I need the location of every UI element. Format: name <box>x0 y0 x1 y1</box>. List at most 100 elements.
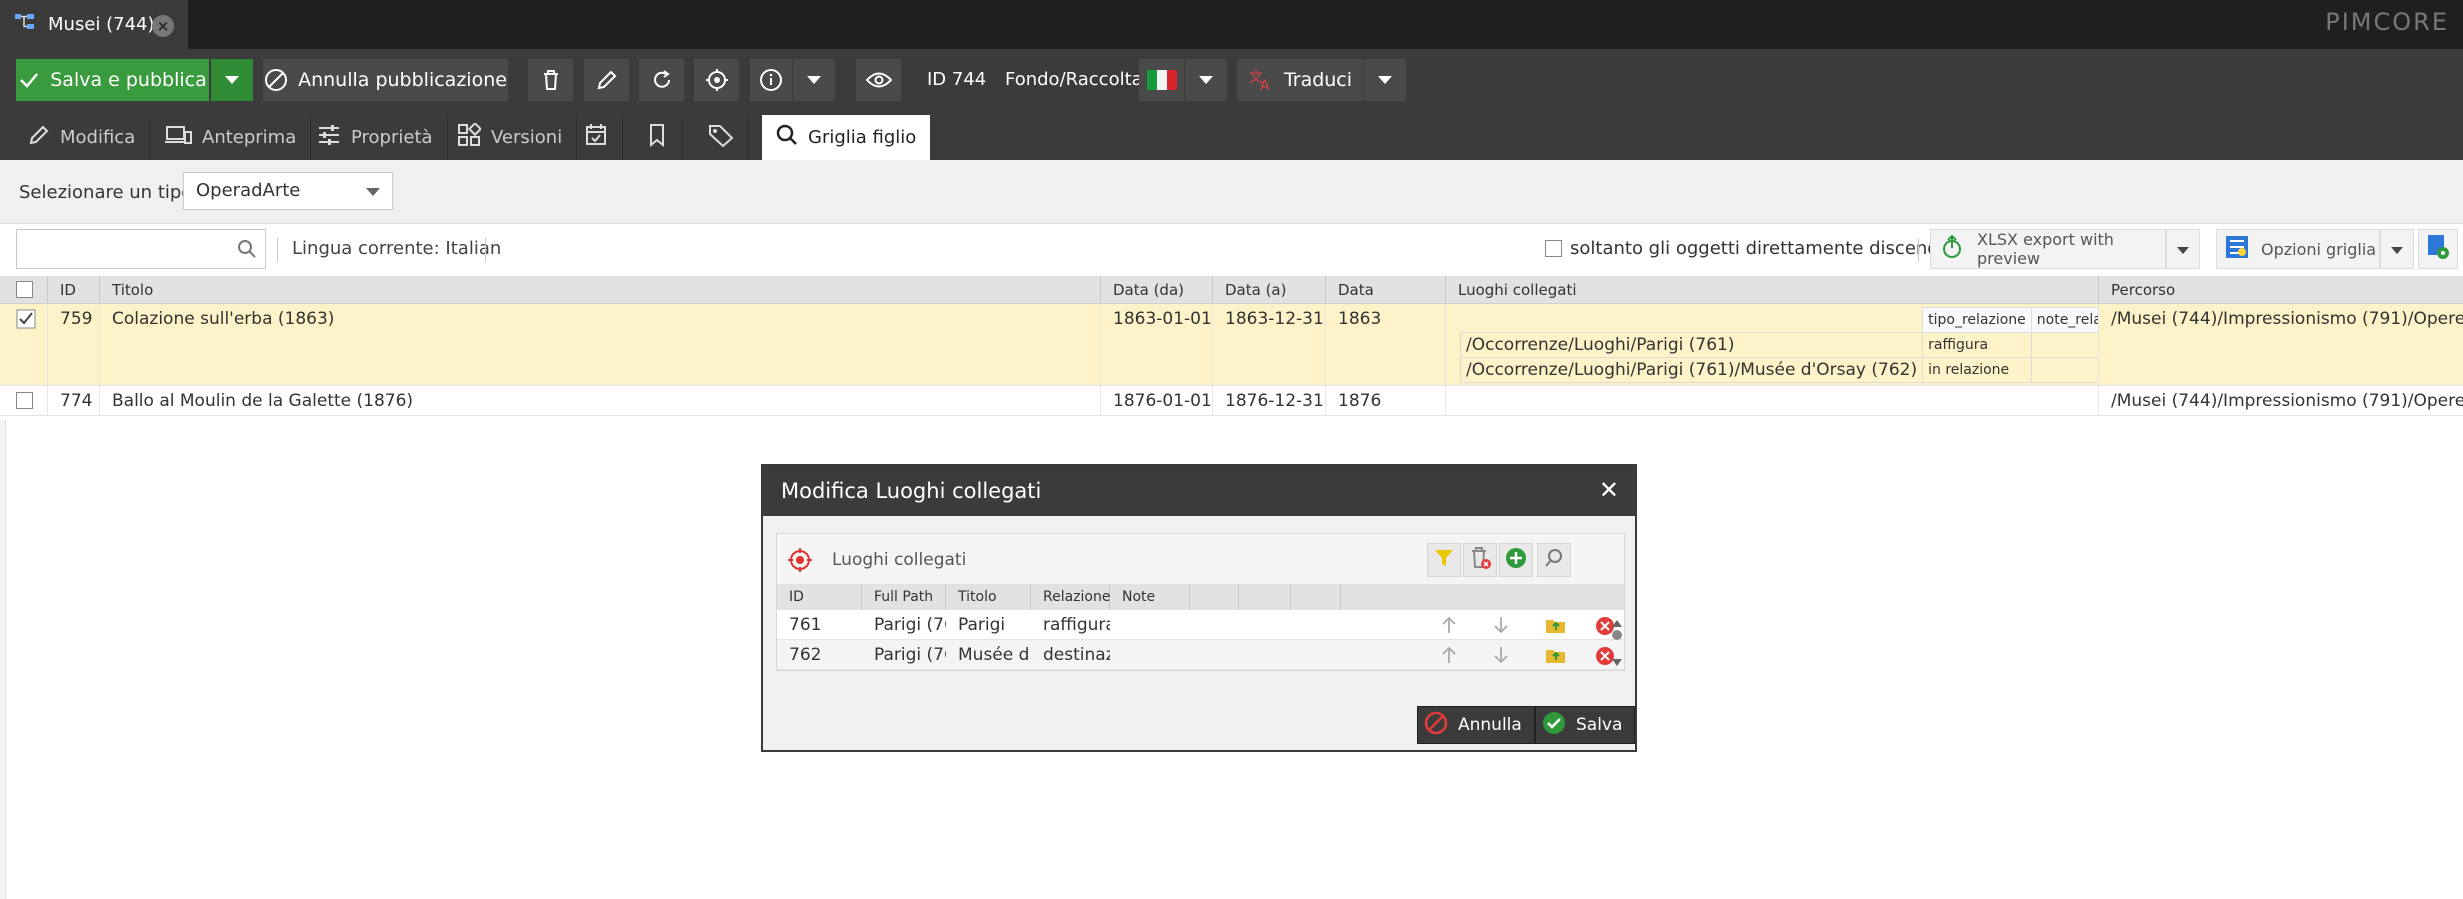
row-select-cell[interactable] <box>0 304 48 385</box>
date-to-cell: 1863-12-31 <box>1213 304 1326 385</box>
collapsed-panel-edge[interactable] <box>0 420 6 899</box>
column-header[interactable]: Titolo <box>946 584 1031 610</box>
column-header[interactable]: Luoghi collegati <box>1446 276 2099 304</box>
scroll-down-icon[interactable] <box>1611 652 1623 673</box>
xlsx-export-button[interactable]: XLSX export with preview <box>1930 229 2166 269</box>
top-tab-bar: Musei (744) × PIMCORE <box>0 0 2463 49</box>
filter-button[interactable] <box>1427 543 1461 577</box>
column-header[interactable]: Relazione <box>1031 584 1110 610</box>
column-header <box>1190 584 1239 610</box>
move-down-icon[interactable] <box>1493 616 1509 639</box>
tab-versions[interactable]: Versioni <box>443 115 578 160</box>
grid-options-dropdown[interactable] <box>2380 229 2414 269</box>
checked-checkbox-icon[interactable] <box>16 309 36 334</box>
translate-button[interactable]: 文A Traduci <box>1237 59 1363 101</box>
relation-row[interactable]: 761 Parigi (761) Parigi raffigura <box>777 610 1624 640</box>
delete-button[interactable] <box>528 59 573 101</box>
row-select-cell[interactable] <box>0 386 48 415</box>
class-type-value: OperadArte <box>196 180 301 201</box>
open-folder-icon[interactable] <box>1545 646 1567 669</box>
table-row[interactable]: 774 Ballo al Moulin de la Galette (1876)… <box>0 386 2463 416</box>
tab-scheduling[interactable] <box>570 115 623 160</box>
column-header[interactable]: Data (testuale) <box>1326 276 1446 327</box>
grid-options-button[interactable]: Opzioni griglia <box>2216 229 2380 269</box>
select-all-column[interactable] <box>0 276 48 304</box>
cancel-label: Annulla <box>1458 715 1522 735</box>
class-type-select[interactable]: OperadArte <box>183 172 393 210</box>
id-cell: 759 <box>48 304 100 385</box>
plus-circle-icon <box>1504 546 1528 575</box>
move-up-icon[interactable] <box>1441 646 1457 669</box>
column-header[interactable]: Full Path <box>862 584 946 610</box>
scroll-thumb[interactable] <box>1612 630 1622 640</box>
batch-edit-button[interactable] <box>2418 229 2458 269</box>
xlsx-export-dropdown[interactable] <box>2166 229 2200 269</box>
unpublish-button[interactable]: Annulla pubblicazione <box>263 59 508 101</box>
column-header[interactable]: ID <box>777 584 862 610</box>
translate-dropdown[interactable] <box>1364 59 1406 101</box>
current-language: Lingua corrente: Italian <box>292 238 502 259</box>
title-cell: Colazione sull'erba (1863) <box>100 304 1101 385</box>
info-dropdown[interactable] <box>793 59 835 101</box>
only-direct-children-checkbox[interactable] <box>1545 240 1562 257</box>
crosshair-icon <box>787 547 813 578</box>
language-dropdown[interactable] <box>1185 59 1227 101</box>
add-relation-button[interactable] <box>1499 543 1533 577</box>
document-tab[interactable]: Musei (744) × <box>0 0 188 49</box>
close-tab-icon[interactable]: × <box>152 15 174 37</box>
save-options-dropdown[interactable] <box>211 59 253 101</box>
column-header[interactable]: Data (da) <box>1101 276 1213 304</box>
relation-type[interactable]: destinazione <box>1031 640 1110 670</box>
reload-button[interactable] <box>639 59 684 101</box>
save-button[interactable]: Salva <box>1535 706 1636 744</box>
move-up-icon[interactable] <box>1441 616 1457 639</box>
info-button[interactable] <box>750 59 792 101</box>
document-tab-label: Musei (744) <box>48 14 155 35</box>
relation-note[interactable] <box>1110 610 1190 640</box>
tab-child-grid-label: Griglia figlio <box>808 127 917 148</box>
relation-type[interactable]: raffigura <box>1031 610 1110 640</box>
dialog-header: Modifica Luoghi collegati ✕ <box>763 466 1635 516</box>
column-header[interactable]: ID <box>48 276 100 304</box>
tab-edit[interactable]: Modifica <box>14 115 151 160</box>
tab-preview[interactable]: Anteprima <box>150 115 312 160</box>
only-direct-children-label: soltanto gli oggetti direttamente discen… <box>1570 238 1974 259</box>
row-checkbox[interactable] <box>16 392 33 409</box>
language-flag-button[interactable] <box>1139 59 1184 101</box>
preview-button[interactable] <box>856 59 901 101</box>
move-down-icon[interactable] <box>1493 646 1509 669</box>
select-all-checkbox[interactable] <box>16 281 33 298</box>
clear-relations-button[interactable] <box>1463 543 1497 577</box>
column-header[interactable]: Percorso <box>2099 276 2463 304</box>
tab-child-grid[interactable]: Griglia figlio <box>762 115 931 160</box>
italy-flag-icon <box>1146 70 1177 90</box>
relation-note <box>2030 357 2098 383</box>
translate-icon: 文A <box>1248 68 1274 92</box>
save-publish-button[interactable]: Salva e pubblica <box>16 59 209 101</box>
column-header[interactable]: Note <box>1110 584 1190 610</box>
search-relation-button[interactable] <box>1537 543 1571 577</box>
grid-search-input[interactable] <box>16 229 266 269</box>
tab-properties[interactable]: Proprietà <box>303 115 448 160</box>
tab-tags[interactable] <box>694 115 749 160</box>
scrollbar[interactable] <box>1611 612 1623 668</box>
relation-type: raffigura <box>1922 332 2032 358</box>
cancel-button[interactable]: Annulla <box>1417 706 1535 744</box>
column-header[interactable]: Titolo <box>100 276 1101 304</box>
relation-note[interactable] <box>1110 640 1190 670</box>
title-cell: Ballo al Moulin de la Galette (1876) <box>100 386 1101 415</box>
relation-row[interactable]: 762 Parigi (761)/... Musée d'Or... desti… <box>777 640 1624 670</box>
calendar-check-icon <box>584 123 608 152</box>
close-icon[interactable]: ✕ <box>1599 478 1619 502</box>
tab-notes[interactable] <box>632 115 683 160</box>
locate-in-tree-button[interactable] <box>694 59 739 101</box>
column-header <box>1341 584 1389 610</box>
column-header[interactable]: Data (a) <box>1213 276 1326 304</box>
rename-button[interactable] <box>584 59 629 101</box>
translate-label: Traduci <box>1283 69 1353 91</box>
table-row[interactable]: 759 Colazione sull'erba (1863) 1863-01-0… <box>0 304 2463 386</box>
open-folder-icon[interactable] <box>1545 616 1567 639</box>
relations-grid-header: ID Full Path Titolo Relazione Note <box>777 584 1624 610</box>
caret-down-icon <box>2390 240 2404 259</box>
class-type-bar: Selezionare un tipo OperadArte <box>0 160 2463 224</box>
